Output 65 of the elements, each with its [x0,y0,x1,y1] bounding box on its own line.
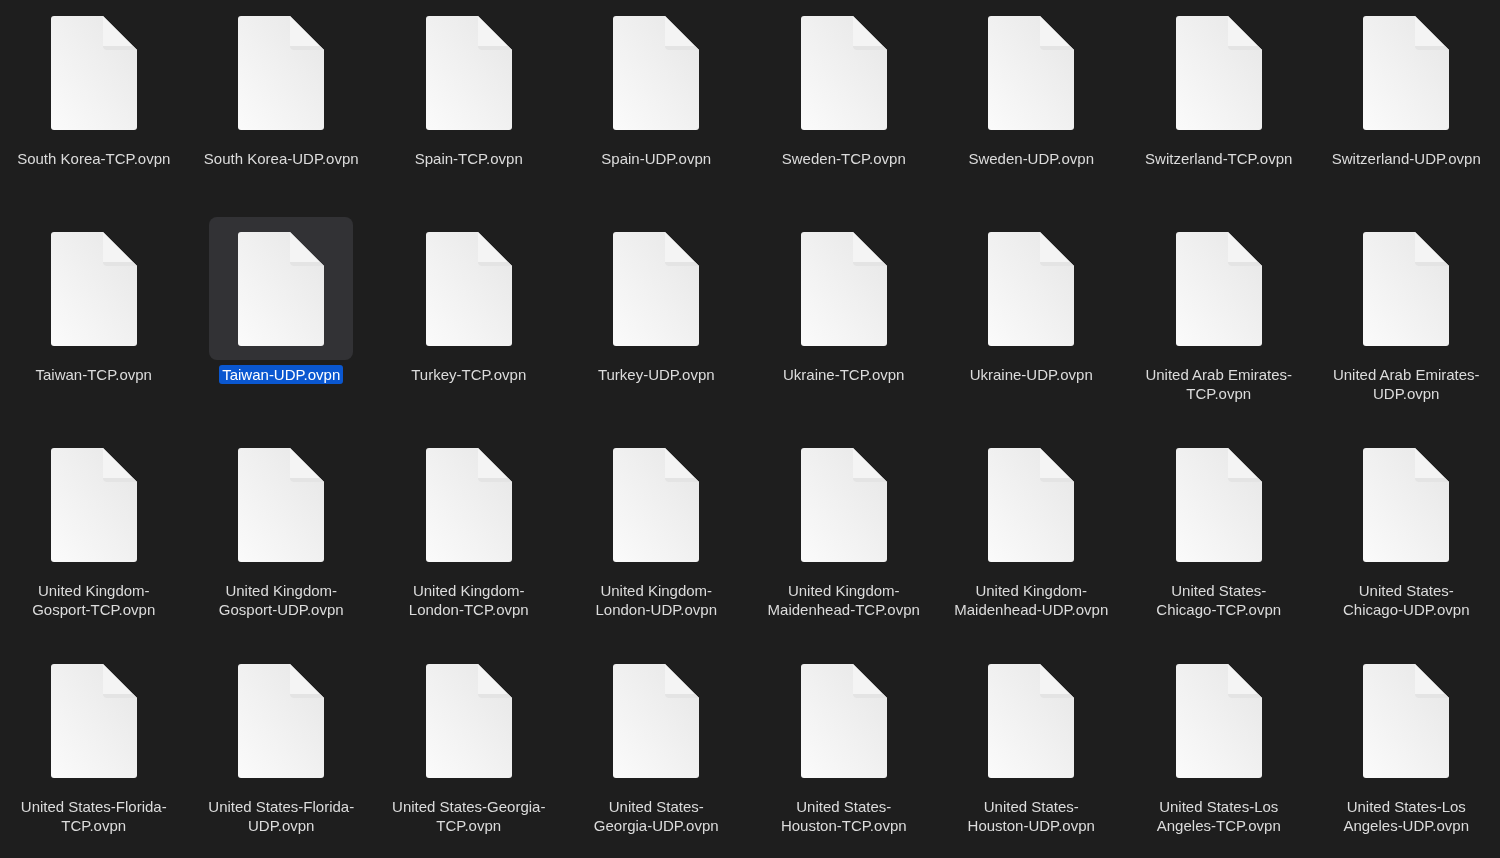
file-name[interactable]: United States- Chicago-TCP.ovpn [1153,581,1285,619]
document-icon [425,447,512,562]
file-name[interactable]: United Kingdom- London-TCP.ovpn [405,581,532,619]
document-icon [238,447,325,562]
document-icon [1175,663,1262,778]
selection-highlight[interactable] [209,217,354,360]
file-name[interactable]: United States-Florida- TCP.ovpn [17,797,170,835]
document-icon [1363,15,1450,130]
document-icon [800,447,887,562]
document-icon [613,231,700,346]
document-icon [50,447,137,562]
file-name[interactable]: Ukraine-UDP.ovpn [966,365,1096,384]
document-icon [1363,231,1450,346]
document-icon [800,663,887,778]
file-name[interactable]: United Kingdom- London-UDP.ovpn [592,581,720,619]
document-icon [1175,447,1262,562]
file-name[interactable]: United States- Georgia-UDP.ovpn [590,797,722,835]
file-name[interactable]: South Korea-TCP.ovpn [14,149,174,168]
document-icon [425,663,512,778]
document-icon [238,15,325,130]
file-name[interactable]: United Arab Emirates- UDP.ovpn [1329,365,1483,403]
file-name[interactable]: Sweden-UDP.ovpn [965,149,1098,168]
file-name[interactable]: Taiwan-UDP.ovpn [219,365,344,384]
file-name[interactable]: Ukraine-TCP.ovpn [780,365,908,384]
document-icon [50,15,137,130]
file-name[interactable]: Sweden-TCP.ovpn [778,149,909,168]
file-name[interactable]: United Kingdom- Gosport-UDP.ovpn [215,581,347,619]
file-name[interactable]: Spain-TCP.ovpn [411,149,526,168]
document-icon [238,231,325,346]
file-name[interactable]: Switzerland-TCP.ovpn [1142,149,1296,168]
file-name[interactable]: South Korea-UDP.ovpn [200,149,362,168]
file-name[interactable]: Turkey-UDP.ovpn [594,365,718,384]
file-name[interactable]: Switzerland-UDP.ovpn [1328,149,1484,168]
document-icon [50,231,137,346]
file-name[interactable]: United States-Los Angeles-TCP.ovpn [1153,797,1284,835]
document-icon [800,15,887,130]
document-icon [988,447,1075,562]
document-icon [425,231,512,346]
file-name[interactable]: United States-Georgia- TCP.ovpn [389,797,549,835]
document-icon [50,663,137,778]
file-name[interactable]: United States- Houston-TCP.ovpn [777,797,910,835]
file-name[interactable]: United Kingdom- Maidenhead-TCP.ovpn [764,581,923,619]
file-name[interactable]: Turkey-TCP.ovpn [408,365,530,384]
file-name[interactable]: United States- Houston-UDP.ovpn [964,797,1098,835]
document-icon [988,231,1075,346]
document-icon [425,15,512,130]
document-icon [1175,15,1262,130]
document-icon [613,15,700,130]
document-icon [613,447,700,562]
file-name[interactable]: United Kingdom- Gosport-TCP.ovpn [29,581,159,619]
file-name[interactable]: United States-Los Angeles-UDP.ovpn [1340,797,1473,835]
document-icon [1363,663,1450,778]
file-name[interactable]: United Arab Emirates- TCP.ovpn [1142,365,1296,403]
document-icon [1363,447,1450,562]
file-name[interactable]: Spain-UDP.ovpn [598,149,715,168]
file-name[interactable]: Taiwan-TCP.ovpn [32,365,155,384]
file-name[interactable]: United Kingdom- Maidenhead-UDP.ovpn [951,581,1112,619]
document-icon [988,663,1075,778]
document-icon [800,231,887,346]
file-name[interactable]: United States- Chicago-UDP.ovpn [1340,581,1473,619]
document-icon [988,15,1075,130]
document-icon [1175,231,1262,346]
document-icon [613,663,700,778]
file-name[interactable]: United States-Florida- UDP.ovpn [205,797,358,835]
document-icon [238,663,325,778]
